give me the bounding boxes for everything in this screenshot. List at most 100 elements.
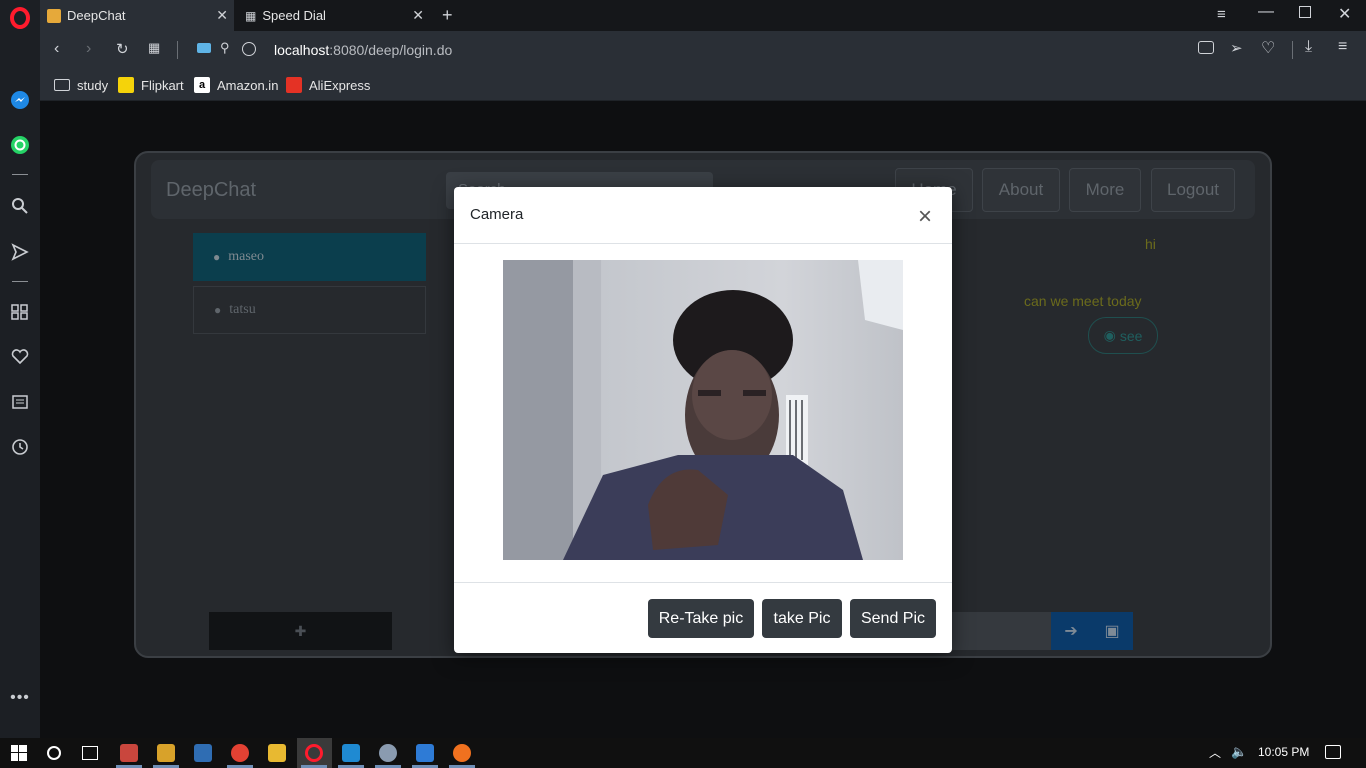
bookmark-flipkart[interactable]: Flipkart <box>118 76 184 94</box>
share-icon[interactable]: ➢ <box>1230 39 1243 57</box>
aliexpress-icon <box>286 77 302 93</box>
chrome-icon[interactable] <box>231 744 249 762</box>
message-input[interactable] <box>952 612 1051 650</box>
nav-more-button[interactable]: More <box>1069 168 1141 212</box>
modal-title: Camera <box>470 206 524 223</box>
opera-logo-icon[interactable] <box>8 6 32 30</box>
file-explorer-icon[interactable] <box>268 744 286 762</box>
amazon-icon: a <box>194 77 210 93</box>
bookmark-label: AliExpress <box>309 77 371 93</box>
more-icon[interactable]: ••• <box>8 686 32 710</box>
bookmark-label: Amazon.in <box>217 77 279 93</box>
eye-icon: ◉ <box>1103 327 1116 343</box>
tray-chevron-icon[interactable]: ︿ <box>1209 744 1221 761</box>
see-button[interactable]: ◉ see <box>1088 317 1158 354</box>
tab-label: DeepChat <box>67 8 126 23</box>
nav-logout-button[interactable]: Logout <box>1151 168 1235 212</box>
send-arrow-icon[interactable]: ➔ <box>1064 621 1077 641</box>
see-label: see <box>1119 327 1143 344</box>
tab-deepchat[interactable]: DeepChat ✕ <box>40 0 234 31</box>
camera-frame-image <box>503 260 903 560</box>
contact-item-maseo[interactable]: ● maseo <box>193 233 426 281</box>
new-tab-icon[interactable]: + <box>442 5 453 26</box>
taskbar-app-icon[interactable] <box>157 744 175 762</box>
speed-dial-icon[interactable] <box>8 300 32 324</box>
sidebar-divider <box>12 281 28 282</box>
tab-label: Speed Dial <box>262 8 326 23</box>
whatsapp-icon[interactable] <box>8 133 32 157</box>
close-tab-icon[interactable]: ✕ <box>412 7 424 24</box>
tab-menu-icon[interactable]: ≡ <box>1217 6 1226 23</box>
vscode-icon[interactable] <box>342 744 360 762</box>
nav-about-button[interactable]: About <box>982 168 1060 212</box>
modal-footer-divider <box>454 582 952 583</box>
easy-setup-icon[interactable]: ≡ <box>1338 38 1347 56</box>
forward-icon[interactable]: › <box>86 40 91 58</box>
close-tab-icon[interactable]: ✕ <box>216 7 228 24</box>
divider <box>1292 41 1293 59</box>
url-field[interactable]: localhost:8080/deep/login.do <box>274 42 452 58</box>
opera-taskbar-icon[interactable] <box>305 744 323 762</box>
modal-close-icon[interactable]: × <box>918 203 932 231</box>
reload-icon[interactable]: ↻ <box>116 40 129 58</box>
search-icon[interactable] <box>8 194 32 218</box>
user-icon: ● <box>214 302 222 317</box>
bookmark-aliexpress[interactable]: AliExpress <box>286 76 370 94</box>
key-icon[interactable]: ⚲ <box>220 40 230 56</box>
download-icon[interactable]: ⤓ <box>1305 38 1312 56</box>
globe-icon[interactable] <box>242 42 256 56</box>
contact-name: tatsu <box>229 302 256 317</box>
url-host: localhost <box>274 42 330 58</box>
bookmark-heart-icon[interactable]: ♡ <box>1261 38 1275 58</box>
bookmarks-bar: study Flipkart a Amazon.in AliExpress <box>40 69 1366 101</box>
tabs-grid-icon[interactable]: ▦ <box>148 40 160 56</box>
taskbar-app-icon[interactable] <box>120 744 138 762</box>
windows-start-icon[interactable] <box>11 745 27 761</box>
camera-preview <box>503 260 903 560</box>
restore-icon[interactable] <box>1299 6 1311 18</box>
firefox-icon[interactable] <box>453 744 471 762</box>
take-pic-button[interactable]: take Pic <box>762 599 842 638</box>
user-icon: ● <box>213 249 221 264</box>
close-window-icon[interactable]: ✕ <box>1338 4 1351 24</box>
camera-permission-icon[interactable] <box>197 43 211 53</box>
tab-bar: DeepChat ✕ ▦ Speed Dial ✕ + ≡ — ✕ <box>40 0 1366 31</box>
volume-icon[interactable]: 🔈 <box>1231 744 1247 760</box>
bookmark-label: study <box>77 77 109 93</box>
retake-pic-button[interactable]: Re-Take pic <box>648 599 754 638</box>
sidebar-divider <box>12 174 28 175</box>
cortana-icon[interactable] <box>47 746 61 760</box>
back-icon[interactable]: ‹ <box>54 40 59 58</box>
powershell-icon[interactable] <box>194 744 212 762</box>
snapshot-icon[interactable] <box>1198 41 1214 54</box>
modal-header-divider <box>454 243 952 244</box>
messenger-icon[interactable] <box>8 88 32 112</box>
notification-center-icon[interactable] <box>1325 745 1341 759</box>
minimize-icon[interactable]: — <box>1258 3 1274 21</box>
send-icon[interactable] <box>8 240 32 264</box>
history-icon[interactable] <box>8 435 32 459</box>
heart-icon[interactable] <box>8 345 32 369</box>
news-icon[interactable] <box>8 390 32 414</box>
bookmark-label: Flipkart <box>141 77 184 93</box>
tab-speed-dial[interactable]: ▦ Speed Dial ✕ <box>236 0 430 31</box>
taskbar-clock[interactable]: 10:05 PM <box>1258 745 1309 759</box>
divider <box>177 41 178 59</box>
bookmark-study[interactable]: study <box>54 76 108 94</box>
taskbar-app-icon[interactable] <box>416 744 434 762</box>
folder-icon <box>54 79 70 91</box>
image-icon[interactable]: ▣ <box>1105 621 1120 641</box>
deepchat-favicon-icon <box>47 8 61 23</box>
flipkart-icon <box>118 77 134 93</box>
paint-icon[interactable] <box>379 744 397 762</box>
task-view-icon[interactable] <box>82 746 98 760</box>
contact-item-tatsu[interactable]: ● tatsu <box>193 286 426 334</box>
add-user-button[interactable]: ✚ <box>209 612 392 650</box>
bookmark-amazon[interactable]: a Amazon.in <box>194 76 278 94</box>
contact-name: maseo <box>228 249 265 264</box>
browser-sidebar: ••• <box>0 0 40 738</box>
speed-dial-tab-icon: ▦ <box>245 8 257 23</box>
app-brand[interactable]: DeepChat <box>166 179 256 202</box>
address-bar: ‹ › ↻ ▦ ⚲ localhost:8080/deep/login.do ➢… <box>40 31 1366 69</box>
send-pic-button[interactable]: Send Pic <box>850 599 936 638</box>
